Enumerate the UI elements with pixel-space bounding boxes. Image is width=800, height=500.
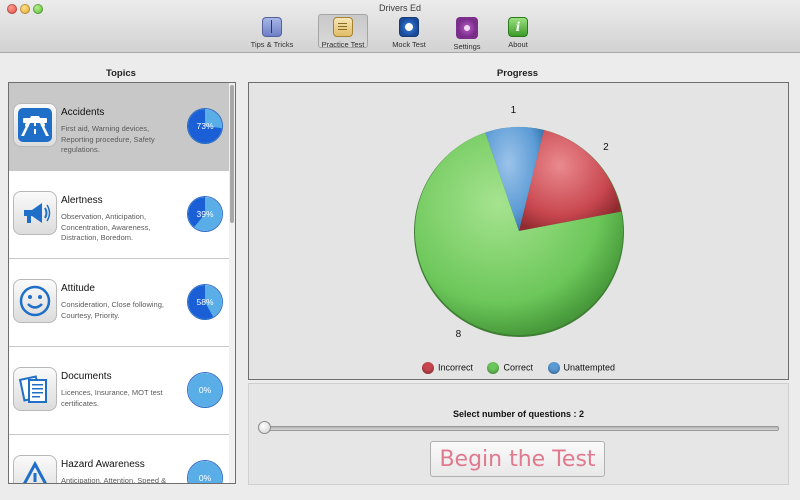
pie-data-label-unattempted: 1 (510, 105, 517, 117)
topic-progress-indicator: 39% (187, 196, 223, 232)
legend-label-incorrect: Incorrect (437, 362, 473, 373)
title-bar: Drivers Ed Tips & Tricks Practice Test M… (0, 0, 800, 53)
question-count-slider[interactable] (263, 426, 779, 431)
legend-item-unattempted: Unattempted (547, 362, 616, 374)
topic-progress-indicator: 0% (187, 460, 223, 483)
progress-heading: Progress (496, 68, 539, 79)
app-window: Drivers Ed Tips & Tricks Practice Test M… (0, 0, 800, 500)
topics-scrollbar[interactable] (229, 83, 235, 483)
topic-progress-label: 73% (196, 121, 214, 131)
topic-description: First aid, Warning devices, Reporting pr… (61, 124, 155, 154)
window-title: Drivers Ed (378, 3, 421, 13)
question-count-label: Select number of questions : 2 (452, 409, 585, 419)
legend-item-incorrect: Incorrect (421, 362, 473, 374)
toolbar-settings[interactable]: Settings (449, 15, 485, 51)
chart-legend: Incorrect Correct Unattempted (249, 362, 788, 374)
topic-progress-label: 0% (198, 473, 212, 483)
topics-scrollbar-thumb[interactable] (230, 85, 234, 223)
topic-name: Documents (61, 371, 112, 382)
topic-name: Alertness (61, 195, 103, 206)
topic-name: Hazard Awareness (61, 459, 145, 470)
topic-progress-indicator: 73% (187, 108, 223, 144)
megaphone-icon (13, 191, 57, 235)
question-count-slider-knob[interactable] (258, 421, 271, 434)
topic-row-documents[interactable]: Documents Licences, Insurance, MOT test … (9, 347, 229, 435)
topic-row-attitude[interactable]: Attitude Consideration, Close following,… (9, 259, 229, 347)
topic-progress-label: 58% (196, 297, 214, 307)
toolbar-practice-test[interactable]: Practice Test (318, 14, 368, 49)
clipboard-icon (333, 17, 353, 37)
toolbar-mock-test-label: Mock Test (392, 40, 426, 49)
topic-progress-indicator: 0% (187, 372, 223, 408)
gear-icon (456, 17, 478, 39)
legend-swatch-correct (487, 362, 500, 374)
toolbar-about-label: About (508, 40, 528, 49)
book-icon (262, 17, 282, 37)
toolbar-tips-tricks[interactable]: Tips & Tricks (247, 15, 297, 49)
toolbar-tips-tricks-label: Tips & Tricks (250, 40, 294, 49)
topic-row-accidents[interactable]: Accidents First aid, Warning devices, Re… (9, 83, 229, 171)
topics-heading: Topics (106, 68, 136, 79)
legend-item-correct: Correct (487, 362, 533, 374)
progress-pie-chart (414, 127, 624, 337)
topic-description: Observation, Anticipation, Concentration… (61, 212, 151, 242)
warning-triangle-icon (13, 455, 57, 483)
topic-description: Consideration, Close following, Courtesy… (61, 300, 164, 320)
topic-progress-label: 39% (196, 209, 214, 219)
toolbar-mock-test[interactable]: Mock Test (387, 15, 431, 49)
topic-row-alertness[interactable]: Alertness Observation, Anticipation, Con… (9, 171, 229, 259)
topic-progress-label: 0% (198, 385, 212, 395)
topic-name: Attitude (61, 283, 95, 294)
pie-data-label-correct: 8 (455, 328, 462, 340)
legend-label-unattempted: Unattempted (563, 362, 616, 373)
documents-icon (13, 367, 57, 411)
topic-name: Accidents (61, 107, 105, 118)
toolbar-about[interactable]: i About (503, 15, 533, 49)
topic-progress-indicator: 58% (187, 284, 223, 320)
toolbar-settings-label: Settings (453, 42, 481, 51)
toolbar-practice-test-label: Practice Test (321, 40, 365, 49)
progress-chart-panel: 2 8 1 Incorrect Correct Unattempted (248, 82, 789, 380)
topic-description: Licences, Insurance, MOT test certificat… (61, 388, 163, 408)
legend-swatch-incorrect (421, 362, 434, 374)
pie-data-label-incorrect: 2 (603, 142, 609, 154)
legend-label-correct: Correct (503, 362, 533, 373)
topic-description: Anticipation, Attention, Speed & (61, 476, 167, 484)
legend-swatch-unattempted (547, 362, 560, 374)
road-accident-icon (13, 103, 57, 147)
topics-list: Accidents First aid, Warning devices, Re… (8, 82, 236, 484)
test-setup-panel: Select number of questions : 2 Begin the… (248, 383, 789, 485)
smiley-icon (13, 279, 57, 323)
begin-test-button[interactable]: Begin the Test (430, 441, 605, 477)
info-icon: i (508, 17, 528, 37)
topic-row-hazard-awareness[interactable]: Hazard Awareness Anticipation, Attention… (9, 435, 229, 484)
stopwatch-icon (399, 17, 419, 37)
